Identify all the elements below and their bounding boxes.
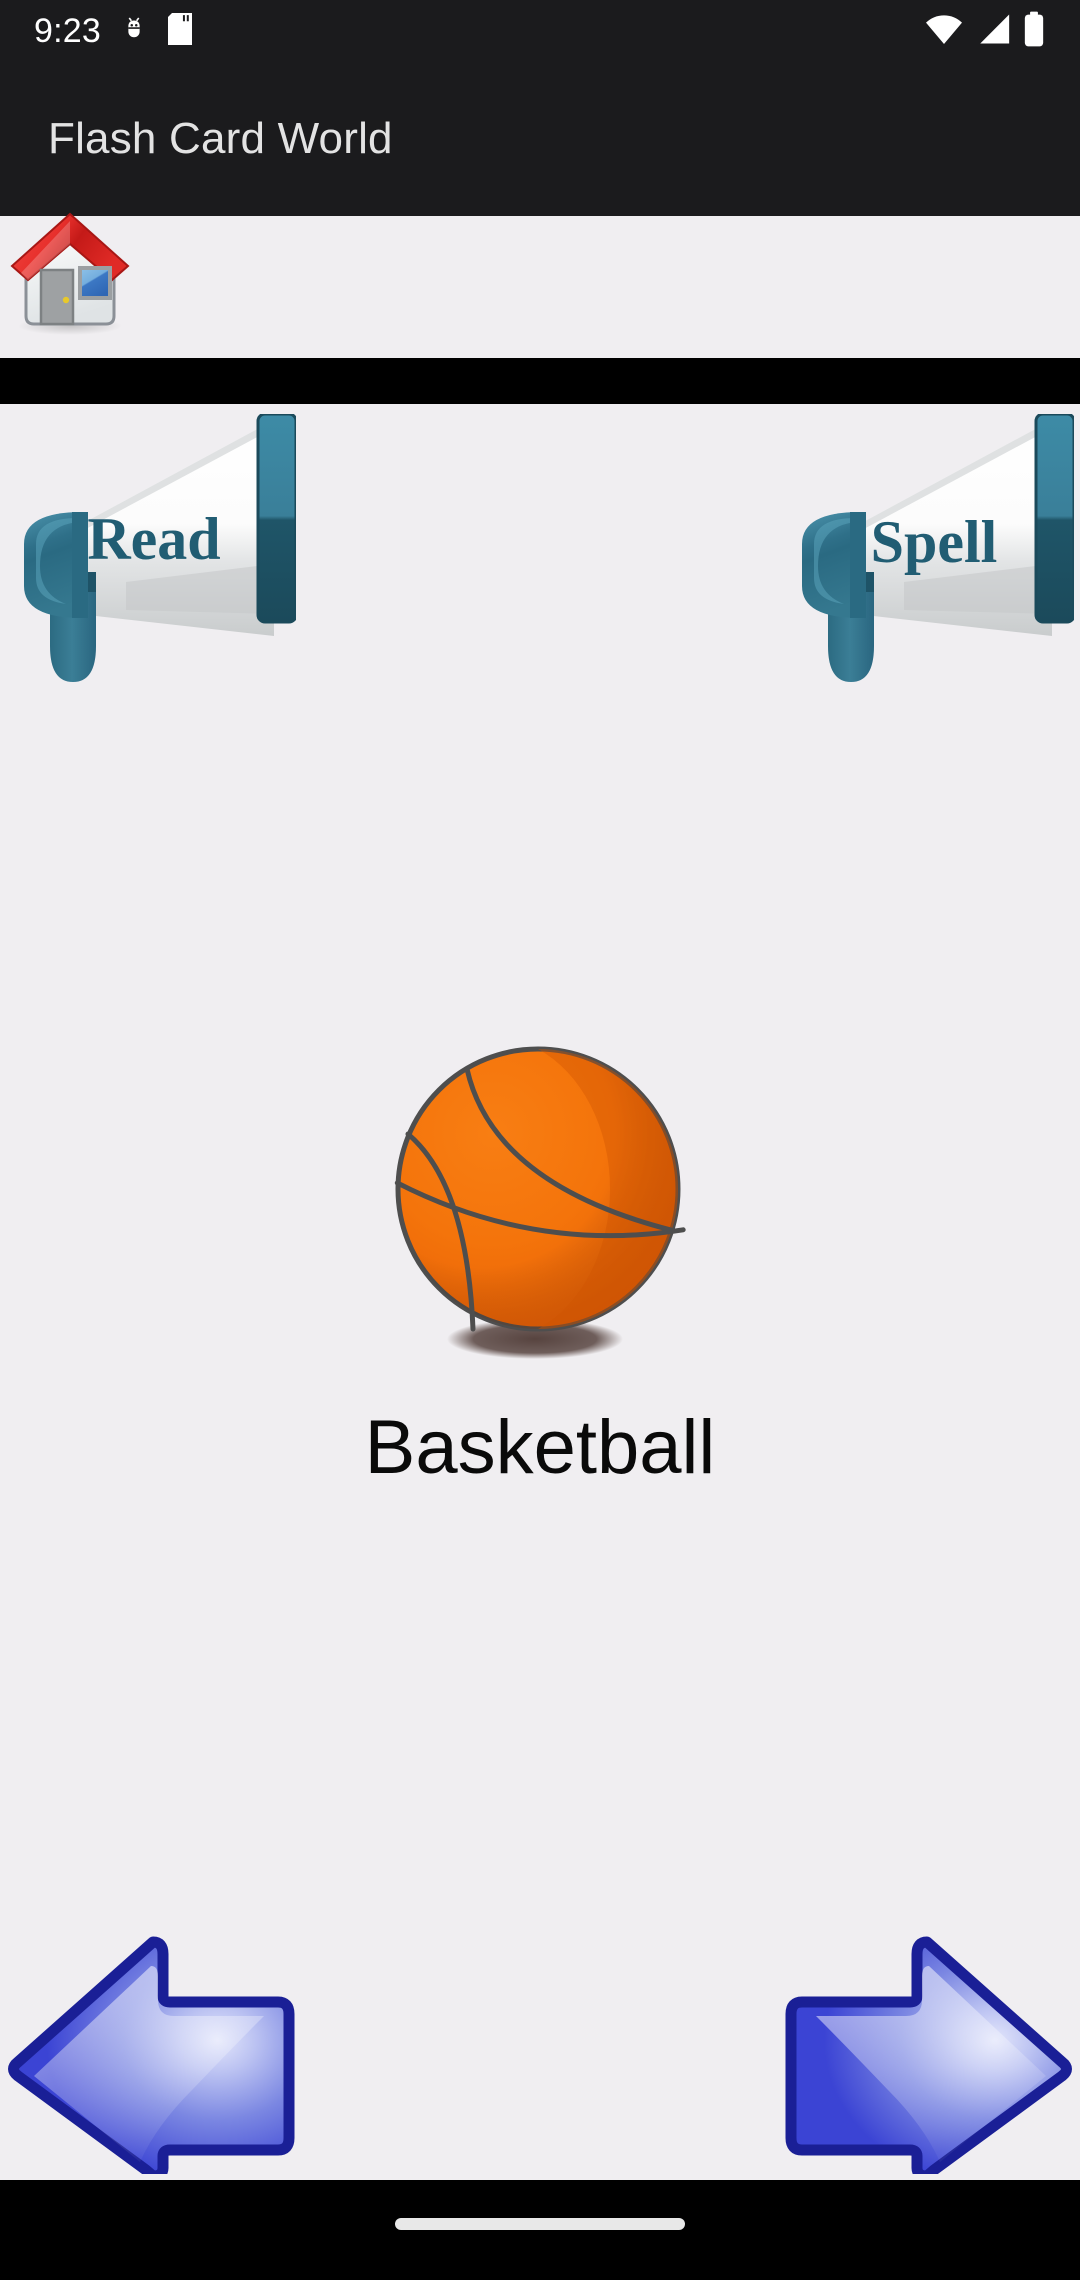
status-clock: 9:23 (34, 11, 101, 50)
spell-label: Spell (871, 509, 998, 575)
spell-button[interactable]: Spell Spell (784, 412, 1076, 714)
home-button[interactable] (8, 208, 132, 338)
wifi-icon (924, 12, 964, 51)
flashcard-word: Basketball (364, 1405, 716, 1490)
home-gesture-handle[interactable] (395, 2218, 685, 2230)
status-bar-left: 9:23 (34, 12, 193, 51)
sd-card-icon (167, 12, 193, 50)
battery-icon (1022, 11, 1046, 52)
app-bar: Flash Card World (0, 62, 1080, 216)
read-button[interactable]: Read Read (6, 412, 298, 714)
cellular-signal-icon (974, 12, 1012, 51)
flashcard-content: Read Read (0, 404, 1080, 2182)
android-debug-icon (119, 14, 149, 49)
read-label: Read (87, 506, 220, 572)
flashcard-image (375, 1034, 705, 1364)
divider (0, 358, 1080, 404)
gesture-nav-bar (0, 2180, 1080, 2280)
previous-button[interactable]: Previous (6, 1924, 296, 2182)
status-bar: 9:23 (0, 0, 1080, 62)
app-screen: 9:23 Flash Card World Read Spell Basketb… (0, 0, 1080, 2280)
home-toolbar (0, 212, 1080, 358)
next-button[interactable]: Next (784, 1924, 1074, 2182)
page-title: Flash Card World (48, 114, 393, 163)
status-bar-right (924, 11, 1046, 52)
